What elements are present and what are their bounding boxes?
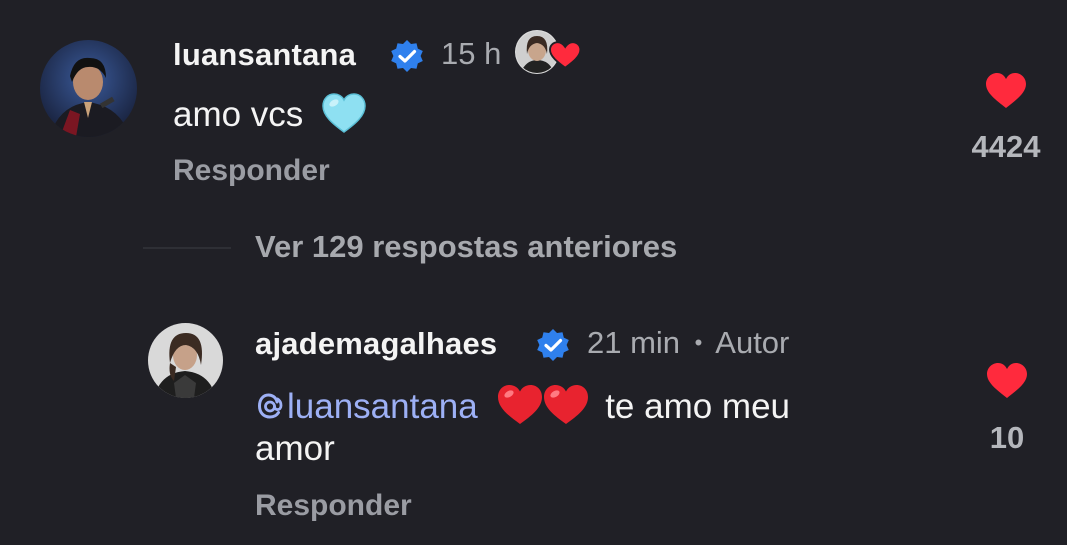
- creator-liked-icon: [515, 30, 585, 81]
- username[interactable]: luansantana: [173, 37, 356, 73]
- avatar-ajademagalhaes[interactable]: [148, 323, 223, 398]
- author-label: Autor: [715, 325, 790, 360]
- like-heart-icon[interactable]: [985, 72, 1027, 115]
- mention-text: luansantana: [287, 387, 478, 426]
- comment-text: te amo meu: [605, 387, 791, 426]
- like-heart-icon[interactable]: [986, 362, 1028, 405]
- comment-body: amo vcs: [173, 92, 367, 145]
- like-count: 4424: [971, 129, 1041, 164]
- comment-text: amo vcs: [173, 95, 304, 134]
- replies-divider: [143, 247, 231, 249]
- comment-time: 15 h: [441, 36, 502, 71]
- mention-link[interactable]: luansantana: [255, 387, 478, 426]
- comment-text-line2: amor: [255, 429, 335, 468]
- comment-time: 21 min: [587, 325, 681, 360]
- comment-meta: 21 min • Autor: [587, 325, 789, 361]
- verified-badge-icon: [535, 327, 571, 368]
- like-count: 10: [989, 420, 1025, 455]
- verified-badge-icon: [389, 38, 425, 79]
- reply-button[interactable]: Responder: [173, 154, 330, 188]
- username[interactable]: ajademagalhaes: [255, 326, 497, 362]
- two-red-hearts-icon: [497, 382, 589, 437]
- comment-body: luansantana te amo meu: [255, 382, 790, 437]
- light-blue-heart-icon: [321, 92, 367, 145]
- avatar-luansantana[interactable]: [40, 40, 137, 137]
- comments-panel: luansantana 15 h amo vcs Responder 4424 …: [0, 0, 1067, 545]
- view-previous-replies-button[interactable]: Ver 129 respostas anteriores: [255, 229, 677, 265]
- meta-separator: •: [694, 330, 703, 355]
- reply-button[interactable]: Responder: [255, 489, 412, 523]
